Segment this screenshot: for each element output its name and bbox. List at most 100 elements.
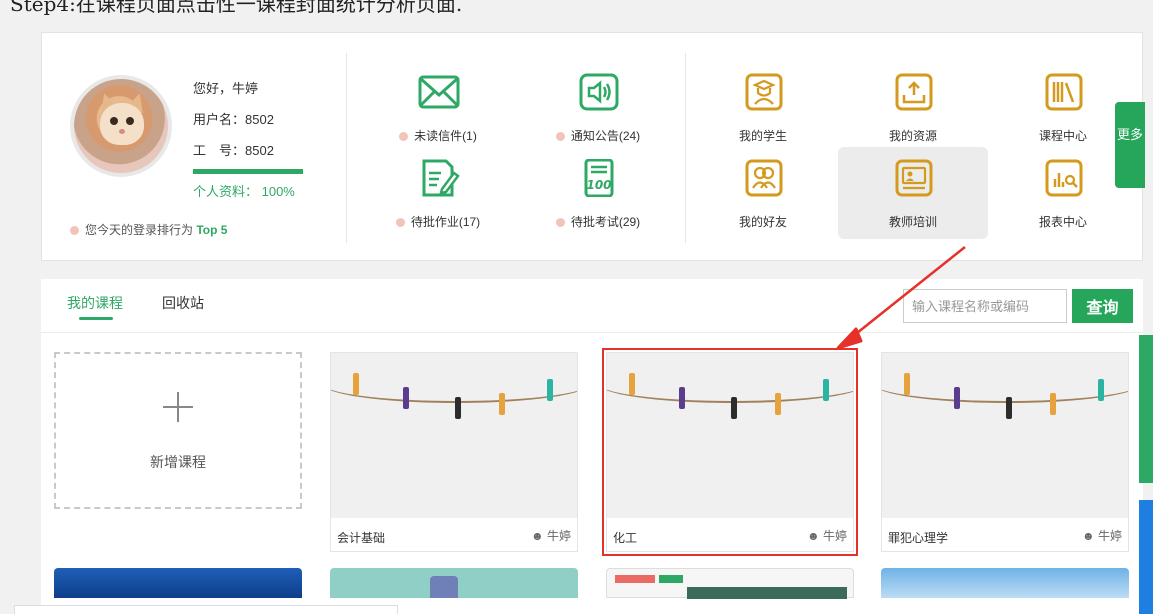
course-name[interactable]: 罪犯心理学 bbox=[888, 529, 948, 546]
course-card[interactable]: 会计基础 ☻ 牛婷 bbox=[330, 352, 578, 552]
plus-icon bbox=[163, 392, 193, 422]
clothespin bbox=[679, 387, 685, 409]
course-card-cover-partial[interactable] bbox=[881, 568, 1129, 598]
course-cover-image[interactable] bbox=[331, 353, 577, 518]
greeting: 您好，牛婷 bbox=[193, 81, 259, 96]
clothespin bbox=[403, 387, 409, 409]
site-banner bbox=[687, 587, 847, 599]
bunting-string bbox=[607, 363, 853, 403]
login-rank: 您今天的登录排行为 Top 5 bbox=[70, 221, 227, 238]
bunting-string bbox=[331, 363, 577, 403]
clothespin bbox=[823, 379, 829, 401]
notice-label: 通知公告(24) bbox=[523, 127, 673, 144]
homework-label: 待批作业(17) bbox=[363, 213, 513, 230]
avatar-cat-eye bbox=[126, 117, 134, 125]
friends-icon bbox=[745, 159, 783, 197]
clothespin bbox=[629, 373, 635, 395]
notice-tile[interactable]: 通知公告(24) bbox=[523, 65, 673, 157]
profile-progress-fill bbox=[193, 169, 303, 174]
status-dot-icon bbox=[555, 132, 565, 141]
profile-completeness: 个人资料： 100% bbox=[193, 184, 295, 199]
clothespin bbox=[455, 397, 461, 419]
my-students-tile[interactable]: 我的学生 bbox=[688, 65, 838, 157]
exam-label: 待批考试(29) bbox=[523, 213, 673, 230]
my-friends-label: 我的好友 bbox=[738, 215, 787, 229]
speaker-icon bbox=[579, 73, 619, 111]
course-owner: ☻ 牛婷 bbox=[1082, 529, 1122, 543]
book-icon bbox=[430, 576, 458, 598]
dashboard-card: 您好，牛婷 用户名：8502 工 号：8502 个人资料： 100% 您今天的登… bbox=[41, 32, 1143, 261]
upload-resource-icon bbox=[895, 73, 933, 111]
bunting-string bbox=[882, 363, 1128, 403]
envelope-icon bbox=[418, 75, 460, 109]
status-dot-icon bbox=[395, 218, 405, 227]
bottom-popup bbox=[14, 605, 398, 614]
homework-tile[interactable]: 待批作业(17) bbox=[363, 157, 513, 249]
avatar-cat-nose bbox=[119, 129, 125, 134]
profile-progress-bar bbox=[193, 169, 303, 174]
course-search-input[interactable] bbox=[903, 289, 1067, 323]
course-cover-image[interactable] bbox=[607, 353, 853, 518]
course-name[interactable]: 化工 bbox=[613, 529, 637, 546]
tab-recycle-bin[interactable]: 回收站 bbox=[162, 293, 204, 313]
course-card-cover-partial[interactable] bbox=[606, 568, 854, 599]
course-card[interactable]: 罪犯心理学 ☻ 牛婷 bbox=[881, 352, 1129, 552]
unread-mail-label: 未读信件(1) bbox=[363, 127, 513, 144]
course-card-cover-partial[interactable] bbox=[330, 568, 578, 598]
clothespin bbox=[1006, 397, 1012, 419]
clothespin bbox=[731, 397, 737, 419]
report-icon bbox=[1045, 159, 1083, 197]
add-course-card[interactable]: 新增课程 bbox=[54, 352, 302, 509]
tab-my-courses[interactable]: 我的课程 bbox=[67, 293, 123, 313]
clothespin bbox=[954, 387, 960, 409]
course-panel: 我的课程 回收站 查询 新增课程 会计基 bbox=[41, 279, 1143, 614]
clothespin bbox=[904, 373, 910, 395]
rank-dot-icon bbox=[70, 226, 79, 235]
course-card-cover-partial[interactable] bbox=[54, 568, 302, 598]
clothespin bbox=[1050, 393, 1056, 415]
clothespin bbox=[499, 393, 505, 415]
page-caption: Step4:在课程页面点击性一课程封面统计分析页面. bbox=[10, 0, 463, 16]
clothespin bbox=[547, 379, 553, 401]
avatar-cat-eye bbox=[110, 117, 118, 125]
course-cover-image[interactable] bbox=[882, 353, 1128, 518]
teacher-training-label: 教师培训 bbox=[888, 215, 937, 229]
floating-side-panel[interactable] bbox=[1139, 335, 1153, 483]
add-course-label: 新增课程 bbox=[150, 454, 206, 470]
course-name[interactable]: 会计基础 bbox=[337, 529, 385, 546]
clothespin bbox=[353, 373, 359, 395]
more-button[interactable]: 更多 bbox=[1115, 102, 1145, 188]
username: 用户名：8502 bbox=[193, 112, 274, 127]
site-logo-icon bbox=[615, 575, 655, 583]
unread-mail-tile[interactable]: 未读信件(1) bbox=[363, 65, 513, 157]
course-tabs: 我的课程 回收站 查询 bbox=[41, 279, 1143, 333]
student-icon bbox=[745, 73, 783, 111]
avatar-cat-face bbox=[100, 103, 144, 145]
exam-score-icon: 100 bbox=[584, 159, 614, 197]
staff-number: 工 号：8502 bbox=[193, 143, 274, 158]
homework-icon bbox=[422, 159, 460, 197]
course-owner: ☻ 牛婷 bbox=[531, 529, 571, 543]
divider bbox=[346, 53, 347, 243]
clothespin bbox=[775, 393, 781, 415]
divider bbox=[685, 53, 686, 243]
course-owner: ☻ 牛婷 bbox=[807, 529, 847, 543]
books-icon bbox=[1045, 73, 1083, 111]
search-button[interactable]: 查询 bbox=[1072, 289, 1133, 323]
my-friends-tile[interactable]: 我的好友 bbox=[688, 157, 838, 249]
teacher-training-tile[interactable]: 教师培训 bbox=[838, 147, 988, 239]
course-card-highlighted[interactable]: 化工 ☻ 牛婷 bbox=[602, 348, 858, 556]
avatar[interactable] bbox=[70, 75, 172, 177]
site-logo-icon bbox=[659, 575, 683, 583]
floating-side-panel[interactable] bbox=[1139, 500, 1153, 614]
teacher-training-icon bbox=[895, 159, 933, 197]
clothespin bbox=[1098, 379, 1104, 401]
status-dot-icon bbox=[399, 132, 409, 141]
profile-section: 您好，牛婷 用户名：8502 工 号：8502 个人资料： 100% 您今天的登… bbox=[42, 33, 346, 262]
rank-value: Top 5 bbox=[196, 223, 228, 237]
exam-tile[interactable]: 100 待批考试(29) bbox=[523, 157, 673, 249]
my-students-label: 我的学生 bbox=[738, 129, 787, 143]
my-resources-tile[interactable]: 我的资源 bbox=[838, 65, 988, 157]
active-tab-indicator bbox=[79, 317, 113, 320]
status-dot-icon bbox=[555, 218, 565, 227]
